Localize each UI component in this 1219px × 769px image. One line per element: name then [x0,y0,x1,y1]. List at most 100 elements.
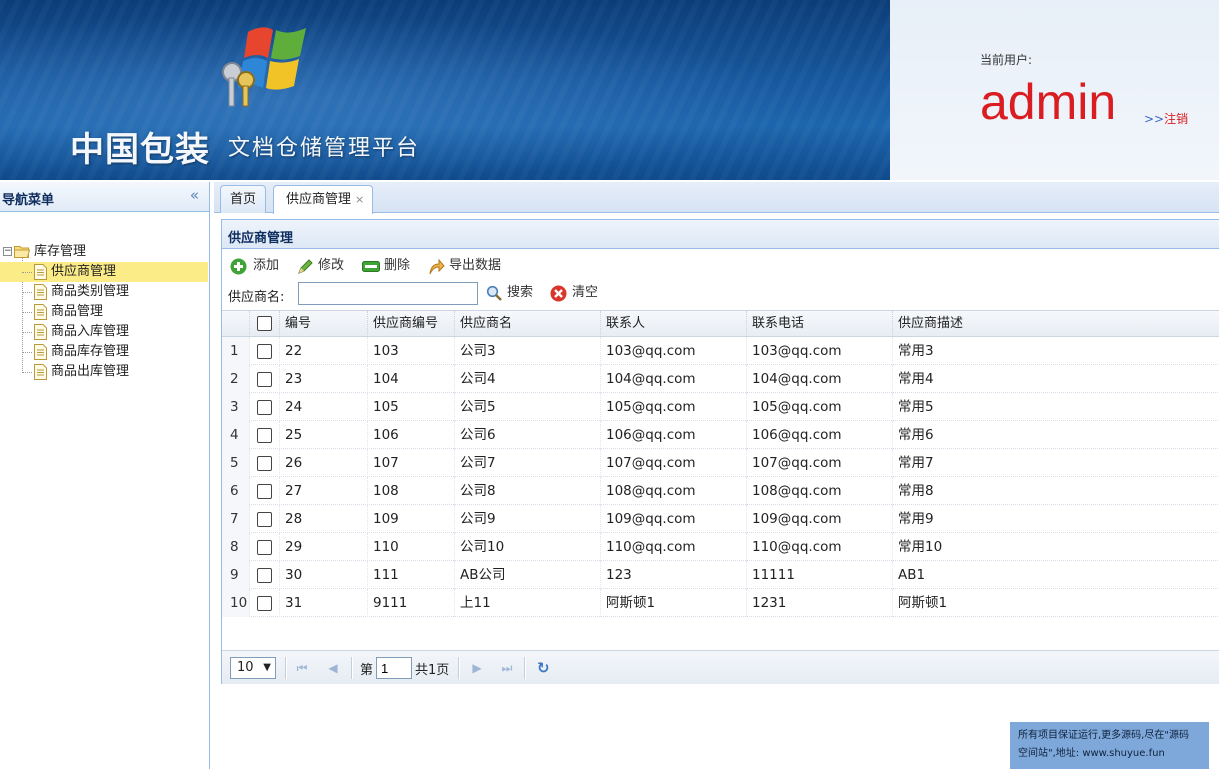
row-select-cell [250,505,280,533]
tree-connector [22,292,32,293]
tab-supplier-management[interactable]: 供应商管理 × [273,185,373,214]
tree-item-inventory[interactable]: 商品库存管理 [0,342,208,362]
first-page-icon[interactable]: ⏮ [295,661,309,675]
export-button-label: 导出数据 [449,258,502,273]
document-icon [34,284,47,300]
current-user-label: 当前用户: [980,53,1033,67]
document-icon [34,344,47,360]
clear-button[interactable]: 清空 [550,282,604,304]
table-row[interactable]: 3 24 105 公司5 105@qq.com 105@qq.com 常用5 [222,393,1219,421]
supplier-name-input[interactable] [298,282,478,305]
table-row[interactable]: 10 31 9111 上11 阿斯顿1 1231 阿斯顿1 [222,589,1219,617]
tab-home[interactable]: 首页 [220,185,266,213]
row-checkbox[interactable] [257,372,272,387]
delete-button[interactable]: 删除 [362,255,414,277]
tree-item-label: 商品库存管理 [51,344,130,359]
cell-name: 公司3 [455,337,601,365]
navigation-title: 导航菜单 [2,193,55,208]
tree-item-label: 商品出库管理 [51,364,130,379]
tree-item-label: 商品类别管理 [51,284,130,299]
last-page-icon[interactable]: ⏭ [500,661,514,675]
pager-separator [458,657,460,679]
collapse-icon[interactable]: « [190,186,199,204]
watermark-line: 空间站",地址: www.shuyue.fun [1018,748,1165,759]
row-checkbox[interactable] [257,428,272,443]
row-checkbox[interactable] [257,400,272,415]
row-select-cell [250,533,280,561]
refresh-icon[interactable]: ↻ [537,659,550,677]
cell-contact: 108@qq.com [601,477,747,505]
table-row[interactable]: 9 30 111 AB公司 123 11111 AB1 [222,561,1219,589]
row-number: 2 [222,365,250,393]
collapse-node-icon[interactable]: − [3,247,12,256]
tree-item-supplier[interactable]: 供应商管理 [0,262,208,282]
column-header[interactable]: 编号 [280,311,368,337]
row-checkbox[interactable] [257,512,272,527]
row-number: 5 [222,449,250,477]
table-row[interactable]: 8 29 110 公司10 110@qq.com 110@qq.com 常用10 [222,533,1219,561]
close-icon[interactable]: × [355,193,364,206]
logout-link[interactable]: >>注销 [1144,110,1188,127]
row-checkbox[interactable] [257,456,272,471]
page-size-select[interactable]: 10 ▼ [230,657,276,679]
clear-button-label: 清空 [572,285,599,300]
next-page-icon[interactable]: ▶ [470,661,484,675]
cell-contact: 110@qq.com [601,533,747,561]
pager-separator [285,657,287,679]
previous-page-icon[interactable]: ◀ [326,661,340,675]
add-button[interactable]: 添加 [230,255,282,277]
cell-name: 上11 [455,589,601,617]
chevron-down-icon: ▼ [263,662,271,673]
tree-item-label: 商品管理 [51,304,104,319]
row-checkbox[interactable] [257,568,272,583]
row-checkbox[interactable] [257,344,272,359]
column-header[interactable]: 联系人 [601,311,747,337]
row-number: 3 [222,393,250,421]
tree-item-stock-in[interactable]: 商品入库管理 [0,322,208,342]
column-header[interactable]: 联系电话 [747,311,893,337]
tree-connector [22,272,32,273]
cell-desc: 常用7 [898,455,934,471]
brand-logo-text: 中国包装 [70,130,210,170]
page-number-input[interactable] [376,657,412,679]
cell-contact: 105@qq.com [601,393,747,421]
row-checkbox[interactable] [257,540,272,555]
cell-contact: 123 [601,561,747,589]
select-all-checkbox[interactable] [257,316,272,331]
cell-name: 公司6 [455,421,601,449]
cell-desc: 常用8 [898,483,934,499]
tree-item-stock-out[interactable]: 商品出库管理 [0,362,208,382]
user-panel: 当前用户: admin >>注销 [890,0,1219,180]
column-header[interactable]: 供应商编号 [368,311,455,337]
column-header[interactable]: 供应商名 [455,311,601,337]
tree-node-inventory[interactable]: − 库存管理 [0,242,208,262]
cell-id: 24 [280,393,368,421]
cell-code: 103 [368,337,455,365]
table-row[interactable]: 7 28 109 公司9 109@qq.com 109@qq.com 常用9 [222,505,1219,533]
table-row[interactable]: 2 23 104 公司4 104@qq.com 104@qq.com 常用4 [222,365,1219,393]
cell-phone: 109@qq.com [747,505,893,533]
document-icon [34,364,47,380]
cell-phone: 108@qq.com [747,477,893,505]
row-checkbox[interactable] [257,484,272,499]
table-row[interactable]: 6 27 108 公司8 108@qq.com 108@qq.com 常用8 [222,477,1219,505]
row-number: 9 [222,561,250,589]
tree-item-category[interactable]: 商品类别管理 [0,282,208,302]
tree-item-goods[interactable]: 商品管理 [0,302,208,322]
row-number-header [222,311,250,337]
tree-connector [22,332,32,333]
table-row[interactable]: 4 25 106 公司6 106@qq.com 106@qq.com 常用6 [222,421,1219,449]
export-button[interactable]: 导出数据 [428,255,506,277]
row-checkbox[interactable] [257,596,272,611]
table-row[interactable]: 5 26 107 公司7 107@qq.com 107@qq.com 常用7 [222,449,1219,477]
toolbar: 添加 修改 删除 导出数据 [222,253,1219,279]
table-row[interactable]: 1 22 103 公司3 103@qq.com 103@qq.com 常用3 [222,337,1219,365]
cell-contact: 104@qq.com [601,365,747,393]
cell-code: 111 [368,561,455,589]
column-header[interactable]: 供应商描述 [893,311,1219,337]
cell-phone: 104@qq.com [747,365,893,393]
edit-button[interactable]: 修改 [297,255,349,277]
logout-arrows: >> [1144,112,1165,126]
cancel-icon [550,285,567,302]
search-button[interactable]: 搜索 [486,282,540,304]
